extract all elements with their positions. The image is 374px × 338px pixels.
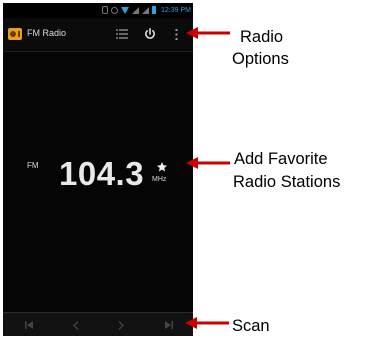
skip-next-icon [165, 321, 173, 329]
favorite-callout-label-1: Add Favorite [234, 150, 328, 168]
battery-icon [152, 6, 157, 14]
options-callout-label-2: Options [232, 50, 289, 68]
wifi-icon [121, 6, 130, 14]
scan-next-button[interactable] [161, 317, 177, 333]
action-bar: FM Radio [3, 19, 193, 52]
skip-previous-icon [25, 321, 33, 329]
signal-icon [132, 6, 140, 14]
scan-previous-button[interactable] [21, 317, 37, 333]
phone-screen: 12:39 PM FM Radio FM 104.3 MHz [3, 3, 193, 336]
signal-icon-2 [142, 6, 150, 14]
favorite-callout-arrow [186, 157, 230, 169]
chevron-left-icon [73, 320, 79, 330]
radio-icon [8, 28, 22, 40]
app-title: FM Radio [27, 28, 67, 38]
options-callout-label-1: Radio [240, 28, 284, 46]
options-callout-arrow [186, 27, 230, 39]
status-icons: 12:39 PM [102, 5, 191, 15]
alarm-icon [111, 6, 119, 14]
overflow-menu-icon [175, 28, 177, 40]
tune-up-button[interactable] [113, 317, 129, 333]
scan-bar [3, 312, 193, 336]
scan-callout-arrow [185, 317, 229, 329]
chevron-right-icon [118, 320, 124, 330]
radio-options-button[interactable] [169, 23, 183, 45]
scan-callout-label: Scan [232, 317, 270, 335]
band-label: FM [27, 161, 39, 170]
star-icon [157, 162, 167, 172]
power-button[interactable] [139, 23, 161, 45]
usb-icon [102, 6, 109, 14]
station-list-button[interactable] [111, 23, 133, 45]
frequency-unit: MHz [152, 176, 167, 183]
add-favorite-button[interactable] [156, 161, 168, 173]
list-icon [116, 29, 128, 39]
frequency-readout: 104.3 [59, 155, 145, 192]
status-bar: 12:39 PM [3, 3, 193, 17]
tune-down-button[interactable] [68, 317, 84, 333]
favorite-callout-label-2: Radio Stations [233, 173, 341, 191]
status-time: 12:39 PM [161, 6, 191, 14]
tuner-display: FM 104.3 MHz [3, 143, 193, 203]
power-icon [145, 28, 155, 39]
